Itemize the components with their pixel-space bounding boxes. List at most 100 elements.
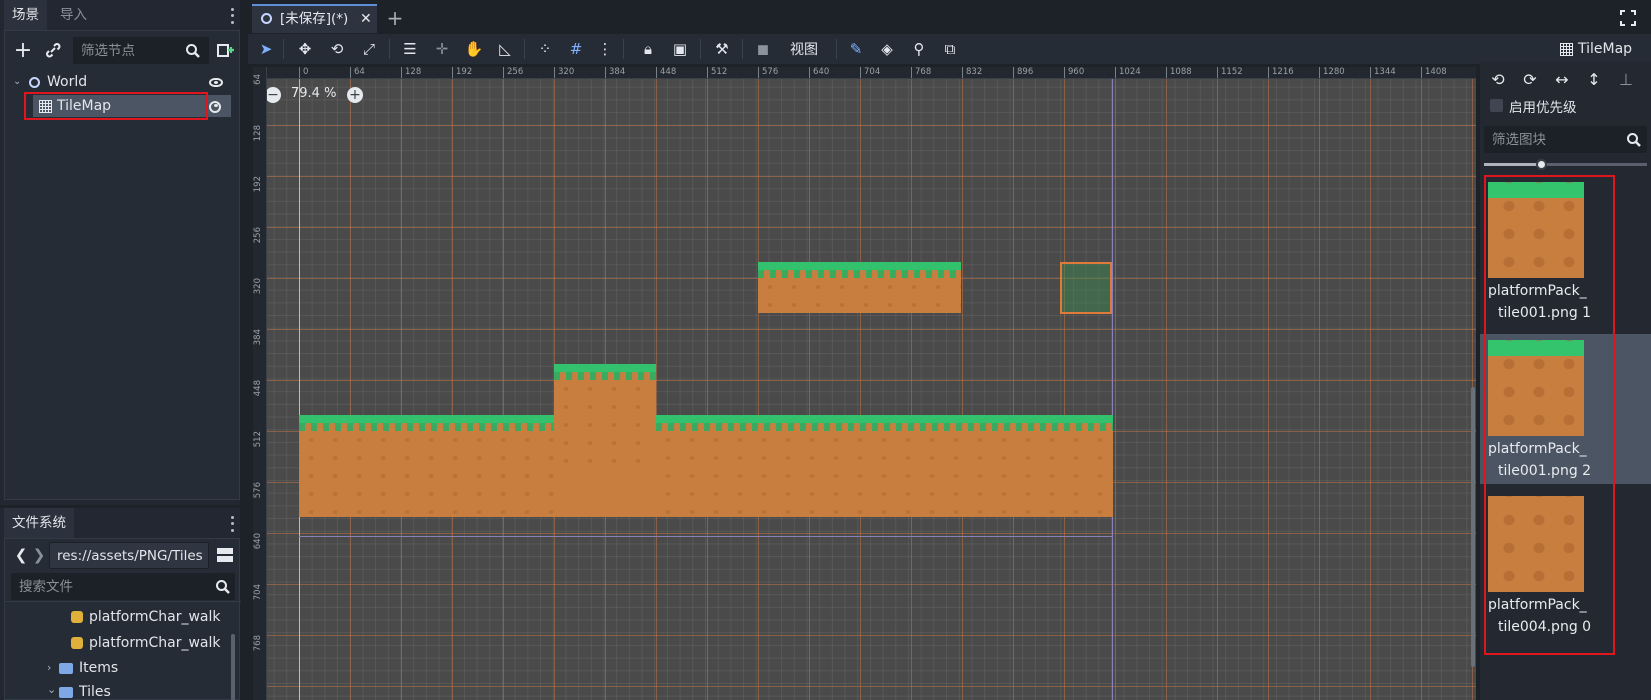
ruler-tick-label: 576 bbox=[253, 482, 263, 499]
ruler-tick-label: 1152 bbox=[1217, 67, 1243, 78]
ruler-tick-label: 128 bbox=[253, 125, 263, 142]
image-file-icon bbox=[71, 611, 83, 623]
scene-dock-menu-icon[interactable] bbox=[229, 6, 235, 26]
scene-tab-unsaved[interactable]: [未保存](*) ✕ bbox=[252, 4, 377, 33]
tile-list-highlight-box bbox=[1484, 175, 1615, 655]
ruler-tick-label: 1088 bbox=[1166, 67, 1192, 78]
folder-item-label: Tiles bbox=[79, 684, 111, 700]
ruler-tick-label: 320 bbox=[554, 67, 574, 78]
file-item-label: platformChar_walk bbox=[89, 635, 221, 651]
search-files-input[interactable]: 搜索文件 bbox=[11, 573, 235, 600]
flip-vertical-icon[interactable]: ↕ bbox=[1582, 67, 1606, 91]
ruler-tick-label: 256 bbox=[253, 227, 263, 244]
rotate-right-icon[interactable]: ⟳ bbox=[1518, 67, 1542, 91]
divider bbox=[389, 39, 390, 59]
camera-icon[interactable]: ◼ bbox=[752, 37, 774, 61]
zoom-out-icon[interactable]: − bbox=[265, 87, 281, 103]
clear-transform-icon[interactable]: ⊥ bbox=[1614, 67, 1638, 91]
divider bbox=[742, 39, 743, 59]
visibility-eye-icon[interactable] bbox=[209, 78, 223, 87]
close-tab-icon[interactable]: ✕ bbox=[360, 6, 372, 32]
search-files-placeholder: 搜索文件 bbox=[19, 579, 73, 595]
priority-checkbox[interactable] bbox=[1490, 99, 1503, 112]
tab-import[interactable]: 导入 bbox=[52, 0, 95, 30]
lock-icon[interactable]: 🔒︎ bbox=[638, 37, 658, 61]
list-select-icon[interactable]: ☰ bbox=[400, 37, 420, 61]
filesystem-menu-icon[interactable] bbox=[229, 514, 235, 534]
collapse-arrow-icon[interactable]: ⌄ bbox=[13, 71, 21, 93]
ruler-tick-label: 512 bbox=[253, 431, 263, 448]
scale-tool-icon[interactable]: ⤢ bbox=[359, 37, 379, 61]
ruler-tick-label: 1024 bbox=[1115, 67, 1141, 78]
ruler-tool-icon[interactable]: ◺ bbox=[495, 37, 515, 61]
screen-bound-line bbox=[299, 536, 1112, 537]
canvas-viewport[interactable]: − 79.4 % + bbox=[253, 67, 1476, 700]
tilemap-highlight-box bbox=[24, 92, 208, 120]
group-icon[interactable]: ▣ bbox=[670, 37, 690, 61]
node2d-icon bbox=[29, 77, 40, 88]
scene-tab-label: [未保存](*) bbox=[280, 11, 349, 27]
paint-tool-icon[interactable]: ✎ bbox=[846, 37, 866, 61]
filesystem-dock: 文件系统 ❮ ❯ res://assets/PNG/Tiles 搜索文件 pla… bbox=[0, 508, 241, 700]
visibility-eye-icon[interactable] bbox=[209, 101, 221, 113]
move-tool-icon[interactable]: ✥ bbox=[295, 37, 315, 61]
path-field[interactable]: res://assets/PNG/Tiles bbox=[49, 542, 209, 569]
tilemap-node-label: TileMap bbox=[1578, 41, 1633, 57]
grid-snap-icon[interactable]: # bbox=[566, 37, 586, 61]
scrollbar[interactable] bbox=[231, 634, 235, 700]
copy-icon[interactable]: ⧉ bbox=[940, 37, 960, 61]
folder-item-label: Items bbox=[79, 660, 119, 676]
pan-tool-icon[interactable]: ✋ bbox=[464, 37, 484, 61]
ruler-tick-label: 640 bbox=[809, 67, 829, 78]
divider bbox=[700, 39, 701, 59]
snap-options-icon[interactable]: ⋮ bbox=[598, 37, 613, 61]
divider bbox=[524, 39, 525, 59]
bucket-fill-icon[interactable]: ◈ bbox=[877, 37, 897, 61]
expand-arrow-icon[interactable]: › bbox=[47, 657, 51, 679]
view-menu[interactable]: 视图 bbox=[784, 37, 824, 61]
ruler-tick-label: 768 bbox=[253, 635, 263, 652]
ruler-tick-label: 192 bbox=[452, 67, 472, 78]
scene-tree-panel: + 筛选节点 ⌄ World TileMap bbox=[4, 30, 240, 500]
picker-icon[interactable]: ⚲ bbox=[909, 37, 929, 61]
filter-tiles-placeholder: 筛选图块 bbox=[1492, 132, 1546, 148]
ruler-tick-label: 704 bbox=[860, 67, 880, 78]
rotate-tool-icon[interactable]: ⟲ bbox=[327, 37, 347, 61]
priority-label: 启用优先级 bbox=[1509, 100, 1577, 116]
toggle-split-icon[interactable] bbox=[213, 543, 237, 567]
fullscreen-icon[interactable] bbox=[1616, 6, 1640, 30]
collapse-arrow-icon[interactable]: ⌄ bbox=[47, 679, 56, 700]
rotate-left-icon[interactable]: ⟲ bbox=[1486, 67, 1510, 91]
forward-icon[interactable]: ❯ bbox=[27, 543, 51, 567]
add-node-icon[interactable]: + bbox=[11, 38, 35, 63]
zoom-in-icon[interactable]: + bbox=[347, 87, 363, 103]
bones-icon[interactable]: ⚒ bbox=[712, 37, 732, 61]
folder-icon bbox=[59, 687, 73, 698]
divider bbox=[836, 39, 837, 59]
new-scene-tab-icon[interactable]: + bbox=[383, 6, 407, 30]
ruler-tick-label: 384 bbox=[605, 67, 625, 78]
smart-snap-icon[interactable]: ⁘ bbox=[535, 37, 555, 61]
thumbnail-size-slider[interactable] bbox=[1484, 159, 1647, 170]
tab-filesystem[interactable]: 文件系统 bbox=[4, 508, 74, 538]
select-tool-icon[interactable]: ➤ bbox=[256, 37, 276, 61]
instance-scene-icon[interactable] bbox=[213, 38, 237, 62]
file-item-label: platformChar_walk bbox=[89, 609, 221, 625]
ruler-tick-label: 512 bbox=[707, 67, 727, 78]
flip-horizontal-icon[interactable]: ↔ bbox=[1550, 67, 1574, 91]
horizontal-ruler: 0 64 128 192 256 320 384 448 512 576 640 704 768 832 8… bbox=[253, 67, 1476, 79]
scene-dock: 场景 导入 + 筛选节点 ⌄ World TileMap bbox=[0, 0, 240, 505]
zoom-level[interactable]: 79.4 % bbox=[291, 86, 336, 101]
tree-node-world[interactable]: ⌄ World bbox=[11, 71, 235, 93]
tile-ground-left bbox=[299, 415, 554, 517]
image-file-icon bbox=[71, 637, 83, 649]
slider-handle[interactable] bbox=[1536, 159, 1547, 170]
pivot-tool-icon[interactable]: ✛ bbox=[432, 37, 452, 61]
folder-icon bbox=[59, 663, 73, 674]
ruler-tick-label: 1344 bbox=[1370, 67, 1396, 78]
viewport-scrollbar[interactable] bbox=[1471, 387, 1475, 667]
ruler-tick-label: 64 bbox=[253, 74, 263, 85]
ruler-tick-label: 640 bbox=[253, 533, 263, 550]
link-icon[interactable] bbox=[41, 38, 65, 62]
tab-scene[interactable]: 场景 bbox=[4, 0, 47, 30]
